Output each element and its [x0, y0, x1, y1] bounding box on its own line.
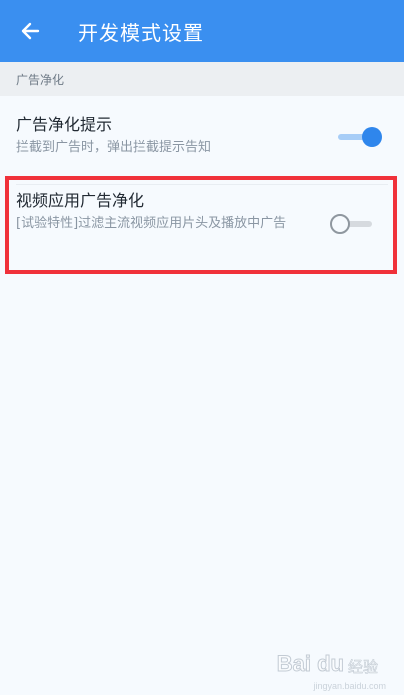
app-bar: 开发模式设置: [0, 0, 404, 62]
toggle-thumb: [362, 127, 382, 147]
page-title: 开发模式设置: [78, 20, 204, 45]
watermark-sub: 经验: [347, 658, 379, 677]
ad-purify-tip-toggle[interactable]: [336, 124, 382, 150]
divider: [16, 184, 388, 185]
toggle-thumb: [330, 214, 350, 234]
setting-title: 视频应用广告净化: [16, 191, 145, 210]
section-header-ad-purify: 广告净化: [0, 62, 404, 96]
back-button[interactable]: [10, 11, 50, 51]
watermark-url: jingyan.baidu.com: [313, 681, 386, 691]
video-ad-purify-toggle[interactable]: [330, 211, 376, 237]
watermark-brand: Bai du: [276, 651, 344, 677]
arrow-left-icon: [21, 22, 40, 40]
setting-subtitle: [试验特性]过滤主流视频应用片头及播放中广告: [16, 216, 287, 231]
baidu-jingyan-watermark: Bai du 经验: [276, 651, 379, 677]
